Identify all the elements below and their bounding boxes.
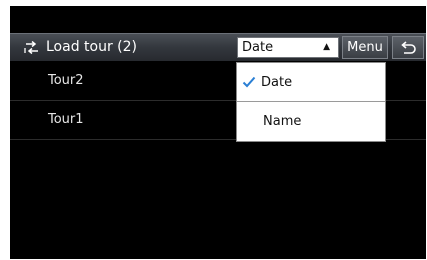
load-tour-icon (24, 40, 40, 55)
sort-option-date[interactable]: Date (237, 63, 385, 102)
sort-option-label: Name (263, 114, 302, 129)
sort-option-label: Date (261, 75, 293, 90)
back-icon (401, 41, 416, 54)
screen: Load tour (2) Date ▲ Menu Tour2 Tour1 Da… (10, 6, 426, 259)
sort-dropdown-menu: Date Name (236, 62, 386, 142)
tour-label: Tour2 (48, 73, 84, 88)
sort-select[interactable]: Date ▲ (237, 37, 339, 58)
sort-option-name[interactable]: Name (237, 102, 385, 141)
sort-selected-value: Date (242, 40, 274, 55)
menu-button[interactable]: Menu (342, 36, 388, 59)
title-bar: Load tour (2) Date ▲ Menu (10, 33, 426, 61)
back-button[interactable] (392, 36, 424, 59)
triangle-up-icon: ▲ (323, 42, 330, 52)
checkmark-icon (242, 76, 256, 88)
tour-label: Tour1 (48, 112, 84, 127)
page-title: Load tour (2) (46, 39, 137, 55)
